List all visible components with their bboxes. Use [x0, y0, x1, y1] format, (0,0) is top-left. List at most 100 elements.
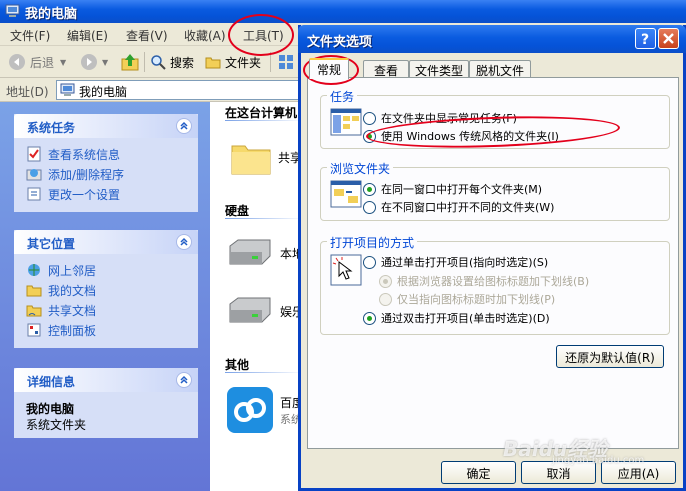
collapse-icon[interactable] [176, 234, 192, 250]
folder-icon [231, 145, 271, 175]
browse-preview-icon [330, 180, 362, 208]
double-click-radio[interactable]: 通过双击打开项目(单击时选定)(D) [363, 310, 550, 326]
radio-label: 通过单击打开项目(指向时选定)(S) [381, 256, 549, 269]
computer-icon [5, 4, 20, 17]
tab-general[interactable]: 常规 [309, 58, 349, 79]
forward-button[interactable]: ▼ [80, 52, 108, 72]
system-tasks-panel: 系统任务 查看系统信息 添加/删除程序 更改一个设置 [14, 114, 198, 212]
add-remove-programs-icon [26, 169, 42, 181]
radio-button [379, 274, 392, 288]
explorer-titlebar[interactable]: 我的电脑 [0, 0, 686, 23]
collapse-icon[interactable] [176, 118, 192, 134]
group-divider [225, 372, 305, 373]
group-title: 在这台计算机 [225, 106, 298, 120]
single-click-radio[interactable]: 通过单击打开项目(指向时选定)(S) [363, 254, 548, 270]
menu-favorites[interactable]: 收藏(A) [184, 27, 226, 44]
folder-icon [205, 57, 221, 69]
shared-documents-link[interactable]: 共享文档 [26, 300, 186, 320]
search-button[interactable]: 搜索 [150, 52, 194, 72]
views-icon [279, 55, 293, 69]
back-button[interactable]: 后退 ▼ [8, 52, 66, 72]
up-folder-button[interactable] [120, 52, 144, 72]
shared-folder-icon [26, 305, 42, 317]
classic-folders-radio[interactable]: 使用 Windows 传统风格的文件夹(I) [363, 128, 559, 144]
add-remove-programs-link[interactable]: 添加/删除程序 [26, 164, 186, 184]
search-label: 搜索 [170, 55, 195, 70]
menu-file[interactable]: 文件(F) [10, 27, 50, 44]
radio-button[interactable] [363, 129, 376, 143]
details-type: 系统文件夹 [26, 418, 87, 432]
menu-edit[interactable]: 编辑(E) [67, 27, 108, 44]
radio-button[interactable] [363, 182, 376, 196]
radio-button[interactable] [363, 111, 376, 125]
views-button[interactable] [278, 52, 298, 72]
tab-view[interactable]: 查看 [363, 60, 409, 78]
entertainment-disk-item[interactable]: 娱乐 [226, 296, 304, 326]
close-icon [663, 33, 674, 44]
radio-button[interactable] [363, 255, 376, 269]
panel-title: 系统任务 [27, 121, 76, 135]
forward-arrow-icon [81, 54, 97, 70]
radio-label: 仅当指向图标标题时加下划线(P) [397, 293, 556, 306]
radio-label: 通过双击打开项目(单击时选定)(D) [381, 312, 550, 325]
view-system-info-link[interactable]: 查看系统信息 [26, 144, 186, 164]
tab-file-types[interactable]: 文件类型 [409, 60, 469, 78]
task-pane: 系统任务 查看系统信息 添加/删除程序 更改一个设置 其它位置 网上邻居 我的文… [0, 102, 210, 491]
folders-button[interactable]: 文件夹 [205, 52, 261, 72]
menu-view[interactable]: 查看(V) [126, 27, 168, 44]
shared-folder-item[interactable]: 共享 [230, 138, 302, 176]
folder-options-dialog: 文件夹选项 ? 常规 查看 文件类型 脱机文件 任务 在文件夹中显示常见任务(F… [298, 25, 686, 491]
system-info-icon [27, 146, 41, 162]
radio-label: 在同一窗口中打开每个文件夹(M) [381, 183, 543, 196]
radio-label: 在不同窗口中打开不同的文件夹(W) [381, 201, 555, 214]
close-button[interactable] [658, 28, 679, 49]
chevron-down-icon[interactable]: ▼ [60, 58, 66, 67]
collapse-icon[interactable] [176, 372, 192, 388]
tasks-group: 任务 在文件夹中显示常见任务(F) 使用 Windows 传统风格的文件夹(I) [320, 88, 670, 149]
group-divider [225, 120, 305, 121]
panel-header[interactable]: 其它位置 [14, 230, 198, 254]
change-setting-link[interactable]: 更改一个设置 [26, 184, 186, 204]
browse-folders-group: 浏览文件夹 在同一窗口中打开每个文件夹(M) 在不同窗口中打开不同的文件夹(W) [320, 160, 670, 221]
separate-window-radio[interactable]: 在不同窗口中打开不同的文件夹(W) [363, 199, 554, 215]
show-common-tasks-radio[interactable]: 在文件夹中显示常见任务(F) [363, 110, 517, 126]
same-window-radio[interactable]: 在同一窗口中打开每个文件夹(M) [363, 181, 542, 197]
radio-label: 使用 Windows 传统风格的文件夹(I) [381, 130, 559, 143]
my-documents-link[interactable]: 我的文档 [26, 280, 186, 300]
folders-label: 文件夹 [225, 55, 262, 70]
toolbar-separator [144, 52, 145, 72]
group-title: 硬盘 [225, 204, 250, 218]
panel-title: 其它位置 [27, 237, 76, 251]
network-places-link[interactable]: 网上邻居 [26, 260, 186, 280]
underline-browser-radio: 根据浏览器设置给图标标题加下划线(B) [379, 273, 589, 289]
menu-tools[interactable]: 工具(T) [243, 27, 284, 44]
radio-button[interactable] [363, 311, 376, 325]
radio-label: 在文件夹中显示常见任务(F) [381, 112, 517, 125]
local-disk-item[interactable]: 本地 [226, 238, 304, 268]
watermark-url: jingyan.baidu.com [552, 455, 645, 466]
panel-item-label: 网上邻居 [48, 263, 97, 278]
tasks-legend: 任务 [327, 88, 358, 105]
dialog-titlebar[interactable]: 文件夹选项 ? [298, 25, 686, 53]
hard-drive-icon [229, 297, 271, 323]
restore-defaults-button[interactable]: 还原为默认值(R) [556, 345, 664, 368]
baidu-cloud-item[interactable]: 百度 系统 [226, 386, 304, 434]
search-icon [151, 55, 166, 70]
panel-header[interactable]: 系统任务 [14, 114, 198, 138]
chevron-down-icon[interactable]: ▼ [102, 58, 108, 67]
address-value: 我的电脑 [79, 85, 128, 99]
settings-icon [27, 187, 41, 201]
up-folder-icon [121, 54, 139, 71]
control-panel-link[interactable]: 控制面板 [26, 320, 186, 340]
tab-offline-files[interactable]: 脱机文件 [469, 60, 531, 78]
address-label: 地址(D) [6, 85, 49, 99]
help-button[interactable]: ? [635, 28, 656, 49]
panel-item-label: 共享文档 [48, 303, 97, 318]
details-name: 我的电脑 [26, 402, 75, 416]
general-tab-page: 任务 在文件夹中显示常见任务(F) 使用 Windows 传统风格的文件夹(I)… [307, 77, 679, 449]
panel-item-label: 查看系统信息 [48, 147, 121, 162]
panel-header[interactable]: 详细信息 [14, 368, 198, 392]
ok-button[interactable]: 确定 [441, 461, 516, 484]
radio-button[interactable] [363, 200, 376, 214]
toolbar-separator [270, 52, 271, 72]
